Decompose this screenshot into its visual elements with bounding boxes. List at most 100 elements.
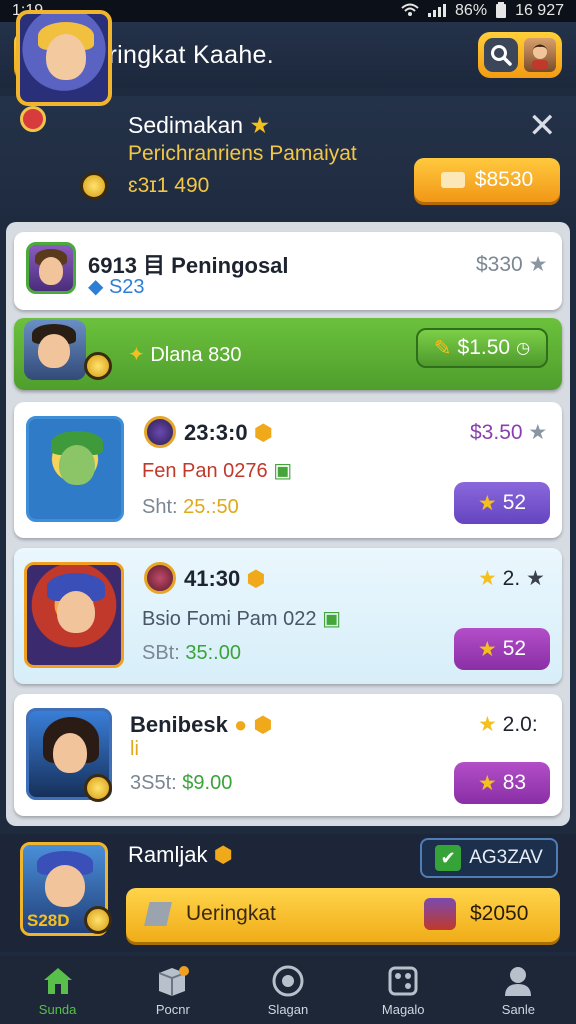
item-stat-value: $9.00 bbox=[182, 772, 233, 794]
star-icon: ★ bbox=[249, 112, 271, 138]
item-title-text: 41:30 bbox=[184, 566, 241, 591]
hero-face bbox=[46, 34, 86, 80]
coin-badge-icon bbox=[84, 906, 112, 934]
nav-label: Slagan bbox=[267, 1001, 309, 1017]
item-price: ★ 2. ★ bbox=[478, 566, 545, 591]
featured-price-button[interactable]: $8530 bbox=[414, 158, 560, 202]
nav-item-home[interactable]: Sunda bbox=[0, 956, 115, 1024]
promo-badge-label: AG3ZAV bbox=[469, 847, 543, 868]
item-price: $330 ★ bbox=[476, 252, 547, 277]
buy-button-label: 52 bbox=[502, 637, 527, 660]
item-portrait bbox=[24, 562, 124, 668]
star-icon: ★ bbox=[478, 713, 497, 736]
star-icon: ★ bbox=[528, 421, 548, 444]
item-stat-label: Sht: bbox=[142, 496, 178, 518]
hero-icon bbox=[144, 562, 176, 594]
star-icon: ★ bbox=[477, 771, 497, 795]
item-stat-value: 35:.00 bbox=[185, 642, 241, 664]
featured-stat: ɛ3ɪ1 490 bbox=[128, 174, 209, 198]
gift-icon: ✦ bbox=[128, 344, 145, 366]
item-price: $3.50 ★ bbox=[470, 420, 547, 445]
shield-icon: ⬢ bbox=[253, 712, 273, 737]
list-item[interactable]: 41:30 ⬢ Bsio Fomi Pam 022 ▣ SBt: 35:.00 … bbox=[14, 548, 562, 684]
nav-label: Sunda bbox=[38, 1001, 77, 1017]
buy-button[interactable]: ★ 52 bbox=[454, 482, 550, 524]
item-portrait bbox=[24, 320, 86, 380]
search-icon bbox=[484, 38, 518, 72]
nav-item-profile[interactable]: Sanle bbox=[461, 956, 576, 1024]
promo-buy-bar[interactable]: Ueringkat $2050 bbox=[126, 888, 560, 942]
signal-icon bbox=[427, 3, 447, 20]
battery-percent: 86% bbox=[455, 2, 488, 19]
check-icon: ✔ bbox=[435, 845, 462, 871]
pencil-icon: ✎ bbox=[433, 336, 452, 360]
promo-name-text: Ramljak bbox=[128, 842, 208, 867]
cash-icon: ▣ bbox=[322, 608, 341, 630]
item-portrait bbox=[26, 416, 124, 522]
ticket-icon bbox=[144, 902, 172, 926]
item-sub-text: Fen Pan 0276 bbox=[142, 460, 268, 482]
item-sub: ◆ S23 bbox=[88, 274, 145, 299]
item-title: 41:30 ⬢ bbox=[184, 566, 266, 592]
item-sub-text: Bsio Fomi Pam 022 bbox=[142, 608, 317, 630]
user-avatar[interactable] bbox=[524, 38, 556, 72]
person-icon bbox=[501, 964, 535, 998]
portrait-face bbox=[59, 445, 95, 485]
shield-icon: ⬢ bbox=[213, 842, 233, 867]
ticket-icon bbox=[440, 172, 465, 188]
item-sub: Bsio Fomi Pam 022 ▣ bbox=[142, 606, 341, 631]
promo-name: Ramljak ⬢ bbox=[128, 842, 233, 868]
star-icon: ★ bbox=[526, 567, 545, 590]
hero-icon bbox=[144, 416, 176, 448]
search-button[interactable] bbox=[478, 32, 562, 78]
item-stat: Sht: 25.:50 bbox=[142, 496, 239, 519]
star-icon: ★ bbox=[528, 253, 548, 276]
nav-item-dice[interactable]: Magalo bbox=[346, 956, 461, 1024]
bottom-nav: Sunda Pocnr Slagan Magalo Sanle bbox=[0, 956, 576, 1024]
box-icon bbox=[156, 964, 190, 998]
list-item[interactable]: 6913 目 Peningosal ◆ S23 $330 ★ bbox=[14, 232, 562, 310]
dice-icon bbox=[386, 964, 420, 998]
promo-bar-price: $2050 bbox=[470, 902, 529, 925]
item-price-text: $330 bbox=[476, 253, 523, 276]
item-title: ✦ Dlana 830 bbox=[128, 342, 242, 367]
nav-label: Magalo bbox=[381, 1001, 425, 1017]
buy-button[interactable]: ★ 83 bbox=[454, 762, 550, 804]
nav-item-circle[interactable]: Slagan bbox=[230, 956, 345, 1024]
list-item-selected[interactable]: ✦ Dlana 830 ✎ $1.50 ◷ bbox=[14, 318, 562, 390]
featured-stat-text: ɛ3ɪ1 490 bbox=[128, 174, 210, 197]
list-item[interactable]: Benibesk ● ⬢ li 3S5t: $9.00 ★ 2.0: ★ 83 bbox=[14, 694, 562, 816]
item-price-text: 2.0: bbox=[502, 713, 538, 736]
hero-icon bbox=[424, 898, 456, 930]
shield-icon: ⬢ bbox=[246, 566, 266, 591]
coin-badge-icon bbox=[84, 774, 112, 802]
portrait-face bbox=[57, 591, 95, 633]
nav-item-box[interactable]: Pocnr bbox=[115, 956, 230, 1024]
wifi-icon bbox=[401, 3, 419, 20]
buy-button[interactable]: ✎ $1.50 ◷ bbox=[416, 328, 548, 368]
featured-subtitle: Perichranriens Pamaiyat bbox=[128, 142, 357, 165]
coin-badge-icon bbox=[84, 352, 112, 380]
close-badge-icon bbox=[20, 106, 46, 132]
status-indicators: 86% 16 927 bbox=[401, 1, 564, 21]
portrait-face bbox=[39, 257, 63, 285]
item-stat-label: 3S5t: bbox=[130, 772, 177, 794]
battery-icon bbox=[495, 1, 507, 21]
star-icon: ★ bbox=[478, 567, 497, 590]
item-title-text: Benibesk bbox=[130, 712, 228, 737]
item-title: Benibesk ● ⬢ bbox=[130, 712, 273, 738]
buy-button-label: $1.50 bbox=[457, 336, 511, 359]
item-price-text: 2. bbox=[502, 567, 521, 590]
featured-hero-portrait[interactable] bbox=[16, 10, 112, 106]
buy-button[interactable]: ★ 52 bbox=[454, 628, 550, 670]
featured-price-label: $8530 bbox=[474, 168, 534, 191]
item-portrait bbox=[26, 242, 76, 294]
portrait-face bbox=[38, 334, 70, 368]
close-icon[interactable]: ✕ bbox=[528, 106, 557, 146]
item-price-text: $3.50 bbox=[470, 421, 523, 444]
item-stat-label: SBt: bbox=[142, 642, 180, 664]
list-item[interactable]: 23:3:0 ⬢ Fen Pan 0276 ▣ Sht: 25.:50 $3.5… bbox=[14, 402, 562, 538]
circle-icon bbox=[271, 964, 305, 998]
item-title-text: Dlana 830 bbox=[150, 344, 242, 366]
promo-badge[interactable]: ✔ AG3ZAV bbox=[420, 838, 558, 878]
